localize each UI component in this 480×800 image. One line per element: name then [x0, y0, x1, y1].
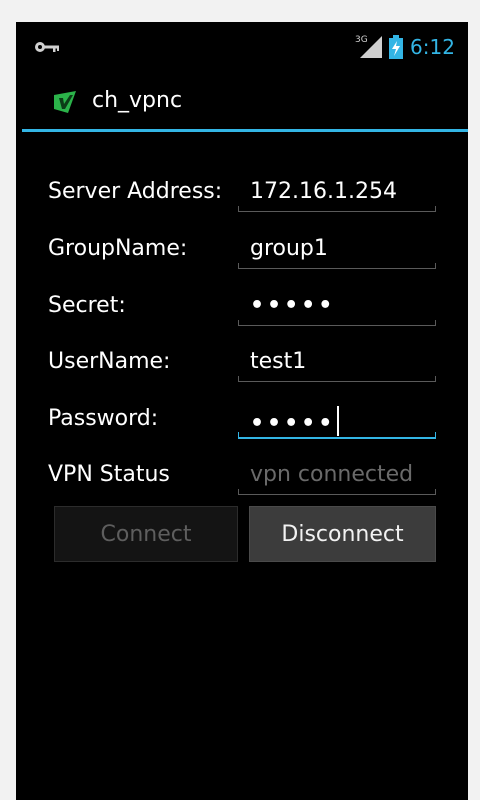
text-cursor	[337, 406, 340, 436]
password-value: •••••	[250, 411, 336, 436]
user-name-input[interactable]: test1	[238, 338, 436, 382]
user-name-label: UserName:	[48, 349, 171, 374]
vpn-status-row: VPN Status vpn connected	[16, 451, 468, 507]
password-underline	[238, 432, 436, 439]
password-input[interactable]: •••••	[238, 395, 436, 439]
vpn-status-label: VPN Status	[48, 462, 170, 487]
group-name-underline	[238, 263, 436, 269]
connect-button[interactable]: Connect	[54, 506, 238, 562]
password-row: Password: •••••	[16, 395, 468, 451]
secret-underline	[238, 320, 436, 326]
action-bar-divider	[22, 129, 468, 132]
password-label: Password:	[48, 406, 159, 431]
password-text: •••••	[250, 406, 340, 436]
disconnect-button[interactable]: Disconnect	[249, 506, 436, 562]
network-type-label: 3G	[355, 35, 368, 45]
server-address-row: Server Address: 172.16.1.254	[16, 168, 468, 224]
secret-input[interactable]: •••••	[238, 282, 436, 326]
phone-screen: 3G 6:12 ch_vpnc Server Address: 172.16.1…	[16, 22, 468, 800]
group-name-input[interactable]: group1	[238, 225, 436, 269]
server-address-value: 172.16.1.254	[250, 179, 397, 204]
app-icon[interactable]	[54, 91, 76, 113]
group-name-value: group1	[250, 236, 328, 261]
server-address-underline	[238, 206, 436, 212]
secret-value: •••••	[250, 293, 336, 318]
battery-charging-icon	[389, 35, 403, 59]
action-bar: ch_vpnc	[16, 74, 468, 130]
group-name-label: GroupName:	[48, 236, 188, 261]
app-title: ch_vpnc	[92, 88, 183, 113]
status-bar: 3G 6:12	[16, 22, 468, 74]
vpn-status-underline	[238, 489, 436, 495]
secret-label: Secret:	[48, 293, 126, 318]
user-name-row: UserName: test1	[16, 338, 468, 394]
vpn-status-placeholder: vpn connected	[250, 462, 414, 487]
key-icon	[35, 42, 59, 52]
server-address-input[interactable]: 172.16.1.254	[238, 168, 436, 212]
status-time: 6:12	[410, 35, 455, 59]
secret-row: Secret: •••••	[16, 282, 468, 338]
group-name-row: GroupName: group1	[16, 225, 468, 281]
user-name-underline	[238, 376, 436, 382]
vpn-status-field[interactable]: vpn connected	[238, 451, 436, 495]
server-address-label: Server Address:	[48, 179, 223, 204]
user-name-value: test1	[250, 349, 307, 374]
